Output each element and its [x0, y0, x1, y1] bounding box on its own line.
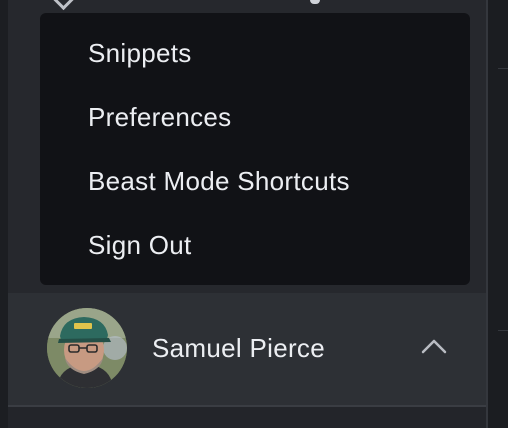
partial-header-glyph [310, 0, 320, 4]
sidebar-edge [0, 0, 8, 428]
menu-item-sign-out[interactable]: Sign Out [40, 225, 470, 289]
avatar[interactable] [47, 308, 127, 388]
collapse-menu-button[interactable] [414, 329, 454, 365]
menu-item-preferences[interactable]: Preferences [40, 97, 470, 161]
divider [498, 330, 508, 331]
app-window: Snippets Preferences Beast Mode Shortcut… [0, 0, 508, 428]
nav-arrow-icon [52, 0, 75, 11]
user-menu-dropdown: Snippets Preferences Beast Mode Shortcut… [40, 13, 470, 285]
menu-item-beast-mode-shortcuts[interactable]: Beast Mode Shortcuts [40, 161, 470, 225]
user-avatar-photo [47, 308, 127, 388]
divider [498, 68, 508, 69]
user-name: Samuel Pierce [152, 333, 325, 363]
sidebar: Snippets Preferences Beast Mode Shortcut… [0, 0, 486, 428]
main-content-edge [486, 0, 508, 428]
sidebar-footer-strip [8, 405, 486, 428]
user-profile-bar[interactable]: Samuel Pierce [8, 293, 486, 405]
chevron-up-icon [421, 339, 447, 354]
menu-item-snippets[interactable]: Snippets [40, 33, 470, 97]
